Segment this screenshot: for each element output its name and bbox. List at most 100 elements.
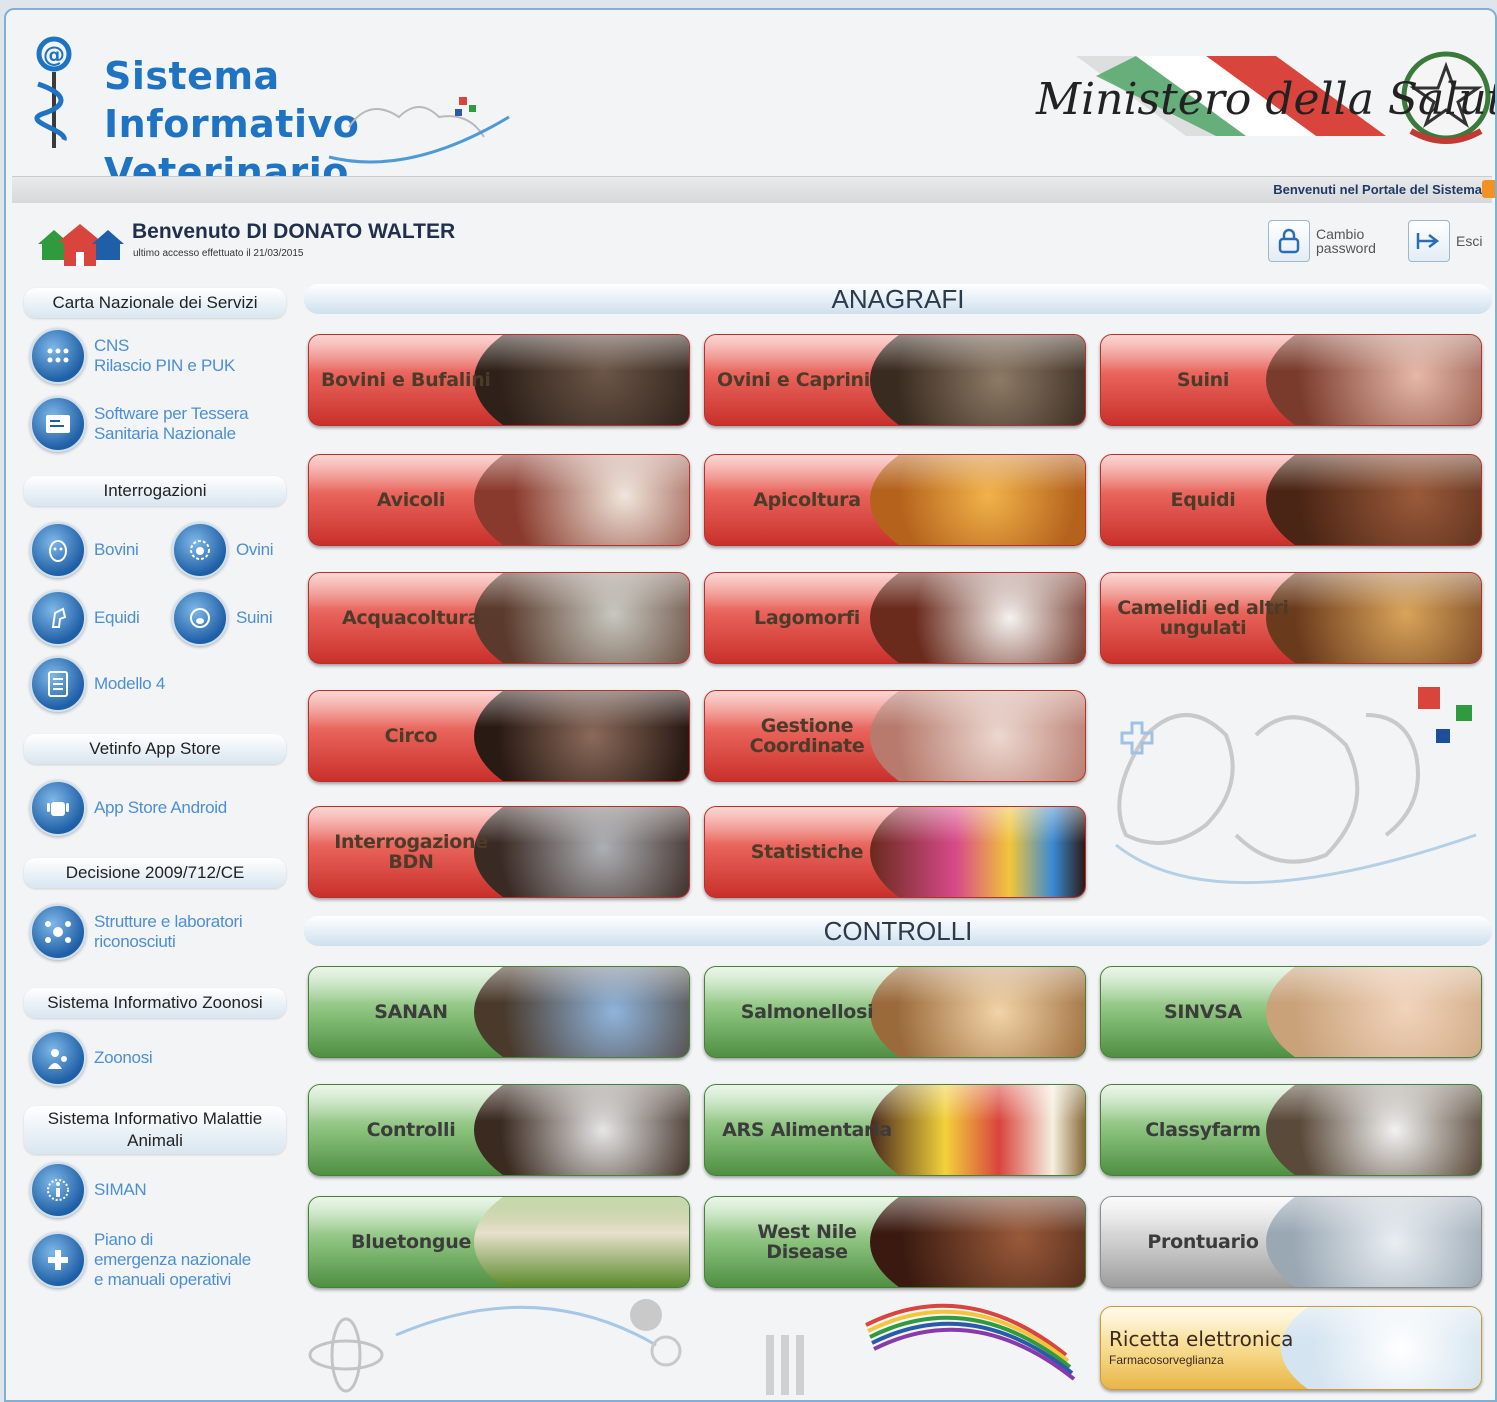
android-icon [30, 780, 86, 836]
sheep-head-icon [172, 522, 228, 578]
tile-camelidi[interactable]: Camelidi ed altri ungulati [1100, 572, 1482, 664]
animals-sketch-icon [328, 97, 510, 164]
tile-gestione-coordinate[interactable]: Gestione Coordinate [704, 690, 1086, 782]
network-hub-icon [30, 904, 86, 960]
horse-head-icon [30, 590, 86, 646]
sidebar-item-ovini[interactable]: Ovini [172, 522, 274, 578]
welcome-box: Benvenuto DI DONATO WALTER ultimo access… [36, 220, 455, 273]
rss-icon[interactable] [1482, 180, 1495, 198]
tile-lagomorfi[interactable]: Lagomorfi [704, 572, 1086, 664]
svg-text:@: @ [43, 43, 65, 68]
malattie-title-line1: Sistema Informativo Malattie [47, 1109, 263, 1128]
piano-line2: emergenza nazionale [94, 1250, 251, 1269]
science-watermark-icon [306, 1295, 1096, 1400]
sidebar-item-software-tessera[interactable]: Software per Tessera Sanitaria Nazionale [30, 396, 249, 452]
animals-watermark-icon [1106, 675, 1491, 920]
siman-label: SIMAN [94, 1180, 147, 1199]
piano-line3: e manuali operativi [94, 1270, 231, 1289]
sidebar-item-siman[interactable]: SIMAN [30, 1162, 147, 1218]
pin-keypad-icon [30, 328, 86, 384]
controlli-header: CONTROLLI [304, 916, 1492, 946]
sidebar-item-piano-emergenza[interactable]: Piano di emergenza nazionale e manuali ope… [30, 1230, 251, 1290]
suini-label: Suini [236, 608, 273, 627]
sidebar-zoonosi: Sistema Informativo Zoonosi [24, 988, 286, 1018]
tile-classyfarm[interactable]: Classyfarm [1100, 1084, 1482, 1176]
software-line1: Software per Tessera [94, 404, 249, 423]
ministero-logo[interactable]: Ministero della Salute [1016, 36, 1497, 156]
lock-icon [1278, 228, 1300, 254]
pig-head-icon [172, 590, 228, 646]
sidebar-item-modello4[interactable]: Modello 4 [30, 656, 165, 712]
sidebar-appstore: Vetinfo App Store [24, 734, 286, 764]
tile-avicoli[interactable]: Avicoli [308, 454, 690, 546]
sidebar-malattie: Sistema Informativo Malattie Animali [24, 1106, 286, 1154]
svi-logo[interactable]: @ Sistema Informativo Veterinario [24, 32, 524, 194]
sidebar-title-zoonosi: Sistema Informativo Zoonosi [24, 988, 286, 1018]
tile-sinvsa[interactable]: SINVSA [1100, 966, 1482, 1058]
tile-salmonellosi[interactable]: Salmonellosi [704, 966, 1086, 1058]
change-password-button[interactable]: Cambio password [1268, 220, 1376, 262]
sidebar-title-malattie: Sistema Informativo Malattie Animali [24, 1106, 286, 1154]
ministero-text: Ministero della Salute [1036, 74, 1497, 125]
logout-button[interactable]: Esci [1408, 220, 1482, 262]
tile-circo[interactable]: Circo [308, 690, 690, 782]
app-store-label: App Store Android [94, 798, 227, 817]
sidebar-item-zoonosi[interactable]: Zoonosi [30, 1030, 153, 1086]
sidebar-item-bovini[interactable]: Bovini [30, 522, 139, 578]
cns-line2: Rilascio PIN e PUK [94, 356, 236, 375]
strutture-line1: Strutture e laboratori [94, 912, 243, 931]
person-animal-icon [30, 1030, 86, 1086]
sidebar-interrogazioni: Interrogazioni [24, 476, 286, 506]
caduceus-icon: @ [34, 36, 72, 148]
ovini-label: Ovini [236, 540, 274, 559]
zoonosi-label: Zoonosi [94, 1048, 153, 1067]
sidebar-item-equidi[interactable]: Equidi [30, 590, 140, 646]
logout-label: Esci [1456, 233, 1483, 249]
sidebar-title-decisione: Decisione 2009/712/CE [24, 858, 286, 888]
tile-ars-alimentaria[interactable]: ARS Alimentaria [704, 1084, 1086, 1176]
info-icon [30, 1162, 86, 1218]
portal-frame: @ Sistema Informativo Veterinario Minist… [4, 8, 1497, 1402]
tile-ricetta-elettronica[interactable]: Ricetta elettronica Farmacosorveglianza [1100, 1306, 1482, 1390]
welcome-user: Benvenuto DI DONATO WALTER [132, 220, 456, 243]
sidebar-title-cns: Carta Nazionale dei Servizi [24, 288, 286, 318]
exit-arrow-icon [1416, 233, 1440, 249]
tile-west-nile[interactable]: West Nile Disease [704, 1196, 1086, 1288]
sidebar-title-interrogazioni: Interrogazioni [24, 476, 286, 506]
tile-sanan[interactable]: SANAN [308, 966, 690, 1058]
ricetta-line1: Ricetta elettronica [1109, 1327, 1294, 1351]
houses-icon [38, 224, 124, 266]
tile-prontuario[interactable]: Prontuario [1100, 1196, 1482, 1288]
sidebar-item-cns[interactable]: CNS Rilascio PIN e PUK [30, 328, 235, 384]
marquee-text: Benvenuti nel Portale del Sistema [1273, 182, 1482, 197]
software-line2: Sanitaria Nazionale [94, 424, 236, 443]
change-password-line2: password [1316, 240, 1376, 256]
sidebar-item-suini[interactable]: Suini [172, 590, 273, 646]
sidebar-cns: Carta Nazionale dei Servizi [24, 288, 286, 318]
tile-apicoltura[interactable]: Apicoltura [704, 454, 1086, 546]
tile-ovini-caprini[interactable]: Ovini e Caprini [704, 334, 1086, 426]
sidebar-item-strutture[interactable]: Strutture e laboratori riconosciuti [30, 904, 243, 960]
tile-interrogazione-bdn[interactable]: Interrogazione BDN [308, 806, 690, 898]
tile-bluetongue[interactable]: Bluetongue [308, 1196, 690, 1288]
marquee-bar: Benvenuti nel Portale del Sistema [12, 176, 1495, 203]
tile-suini[interactable]: Suini [1100, 334, 1482, 426]
malattie-title-line2: Animali [127, 1131, 183, 1150]
sidebar-decisione: Decisione 2009/712/CE [24, 858, 286, 888]
tile-acquacoltura[interactable]: Acquacoltura [308, 572, 690, 664]
change-password-line1: Cambio [1316, 226, 1365, 242]
tile-equidi[interactable]: Equidi [1100, 454, 1482, 546]
equidi-label: Equidi [94, 608, 140, 627]
strutture-line2: riconosciuti [94, 932, 176, 951]
tile-statistiche[interactable]: Statistiche [704, 806, 1086, 898]
tile-bovini-bufalini[interactable]: Bovini e Bufalini [308, 334, 690, 426]
sidebar-item-app-store-android[interactable]: App Store Android [30, 780, 227, 836]
medical-cross-icon [30, 1232, 86, 1288]
bovini-label: Bovini [94, 540, 139, 559]
tile-controlli[interactable]: Controlli [308, 1084, 690, 1176]
piano-line1: Piano di [94, 1230, 154, 1249]
card-reader-icon [30, 396, 86, 452]
modello4-label: Modello 4 [94, 674, 166, 693]
sidebar-title-appstore: Vetinfo App Store [24, 734, 286, 764]
last-access: ultimo accesso effettuato il 21/03/2015 [133, 248, 304, 259]
